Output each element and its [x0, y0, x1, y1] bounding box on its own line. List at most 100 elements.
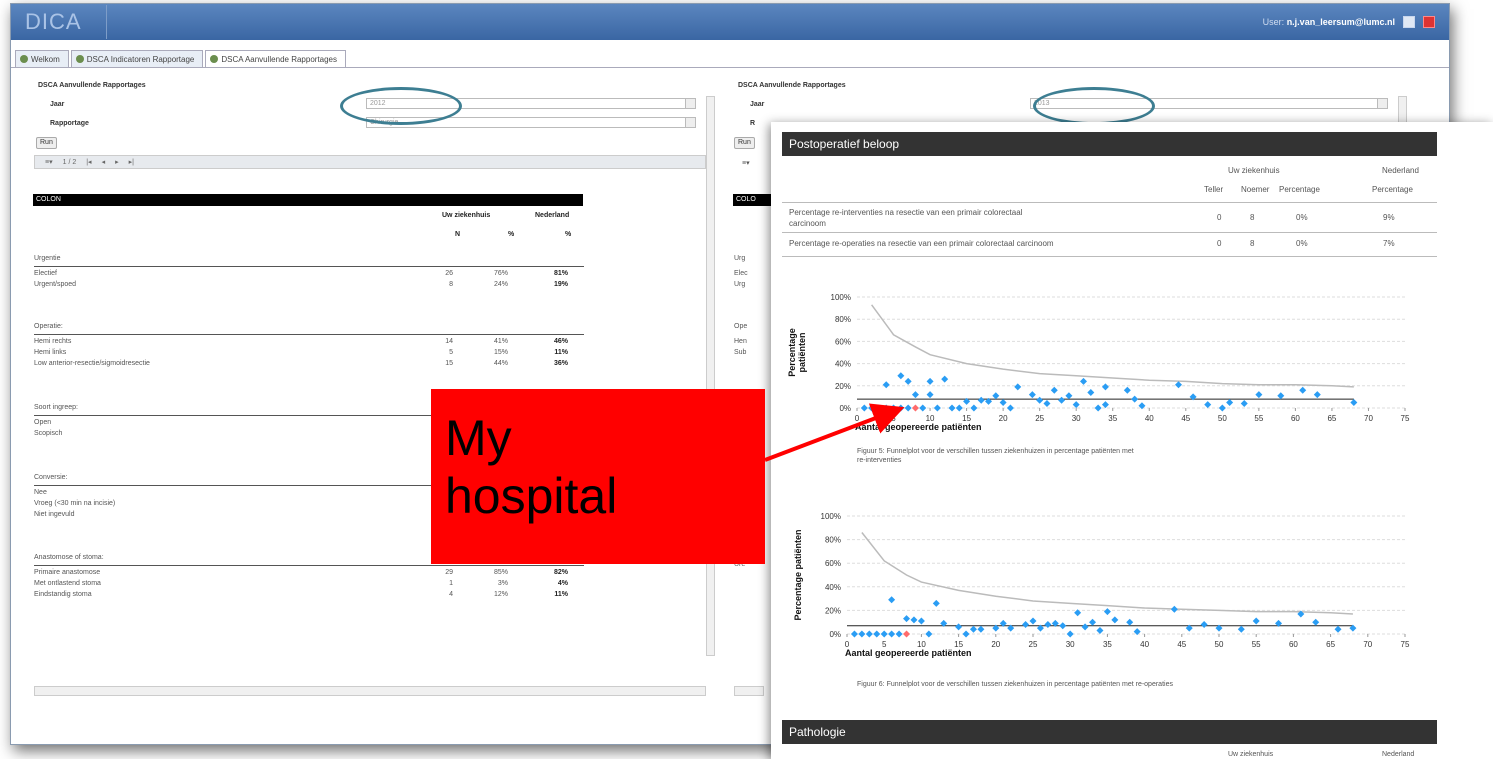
- x-tick-label: 20: [999, 414, 1008, 423]
- data-point: [919, 404, 927, 412]
- row-noemer: 8: [1250, 213, 1255, 222]
- chevron-down-icon[interactable]: [1377, 99, 1387, 108]
- y-tick-label: 20%: [835, 382, 851, 391]
- data-point: [1255, 391, 1263, 399]
- chevron-down-icon[interactable]: [685, 118, 695, 127]
- footer-nl: Nederland: [1382, 751, 1415, 758]
- grid-icon[interactable]: [1403, 16, 1415, 28]
- chevron-down-icon[interactable]: [685, 99, 695, 108]
- first-page-icon[interactable]: |◂: [86, 158, 91, 166]
- x-tick-label: 40: [1145, 414, 1154, 423]
- row-nl: 46%: [553, 338, 568, 345]
- row-label: Scopisch: [34, 430, 63, 437]
- row-pct: 0%: [1296, 239, 1308, 248]
- vertical-scrollbar[interactable]: [706, 96, 715, 656]
- data-point: [969, 625, 977, 633]
- data-point: [1101, 383, 1109, 391]
- menu-icon[interactable]: ≡▾: [45, 158, 53, 166]
- horizontal-scrollbar[interactable]: [734, 686, 764, 696]
- data-point: [977, 396, 985, 404]
- y-tick-label: 100%: [821, 512, 841, 521]
- x-tick-label: 60: [1289, 640, 1298, 649]
- data-point: [1252, 617, 1260, 625]
- tab-welkom[interactable]: Welkom: [15, 50, 69, 67]
- run-button[interactable]: Run: [734, 137, 755, 149]
- logout-icon[interactable]: [1423, 16, 1435, 28]
- col-nl: Nederland: [1382, 166, 1419, 175]
- divider: [782, 232, 1437, 233]
- side-label: Hen: [734, 338, 747, 345]
- data-point: [1089, 618, 1097, 626]
- tab-aanvullende[interactable]: DSCA Aanvullende Rapportages: [205, 50, 347, 67]
- row-nl: 4%: [557, 580, 568, 587]
- row-pct: 24%: [493, 281, 508, 288]
- row-nl: 9%: [1383, 213, 1395, 222]
- data-point: [1072, 401, 1080, 409]
- prev-page-icon[interactable]: ◂: [102, 158, 106, 166]
- figure-caption: Figuur 5: Funnelplot voor de verschillen…: [857, 448, 1134, 455]
- data-point: [1126, 618, 1134, 626]
- data-point: [895, 630, 903, 638]
- data-point: [1200, 621, 1208, 629]
- horizontal-scrollbar[interactable]: [34, 686, 706, 696]
- last-page-icon[interactable]: ▸|: [129, 158, 134, 166]
- pane-title: DSCA Aanvullende Rapportages: [738, 82, 846, 89]
- side-label: Urg: [734, 255, 746, 262]
- row-noemer: 8: [1250, 239, 1255, 248]
- user-info: User: n.j.van_leersum@lumc.nl: [1263, 17, 1395, 27]
- row-nl: 81%: [553, 270, 568, 277]
- top-bar: DICA User: n.j.van_leersum@lumc.nl: [11, 4, 1449, 40]
- data-point: [904, 404, 912, 412]
- data-point: [1087, 388, 1095, 396]
- divider: [34, 565, 584, 566]
- x-tick-label: 30: [1072, 414, 1081, 423]
- row-pct: 76%: [493, 270, 508, 277]
- divider: [782, 202, 1437, 203]
- x-axis-label: Aantal geopereerde patiënten: [855, 422, 982, 432]
- data-point: [1043, 400, 1051, 408]
- section-header: COLON: [33, 194, 583, 206]
- data-point: [1014, 383, 1022, 391]
- side-label: Elec: [734, 270, 748, 277]
- x-tick-label: 45: [1181, 414, 1190, 423]
- rapportage-label: R: [750, 120, 756, 127]
- row-pct: 3%: [497, 580, 508, 587]
- side-label: Ope: [734, 323, 748, 330]
- rapportage-label: Rapportage: [50, 120, 89, 127]
- data-point: [1028, 391, 1036, 399]
- x-tick-label: 25: [1029, 640, 1038, 649]
- report-icon: [75, 55, 84, 63]
- home-icon: [20, 55, 28, 63]
- menu-icon[interactable]: ≡▾: [742, 159, 750, 167]
- row-pct: 12%: [493, 591, 508, 598]
- data-point: [1237, 625, 1245, 633]
- data-point: [911, 404, 919, 412]
- report-icon: [210, 55, 219, 63]
- x-tick-label: 65: [1327, 414, 1336, 423]
- funnel-plot-reoperaties: 0%20%40%60%80%100%0 5 10 15 20 25 30 35 40 45 50 55…: [793, 512, 1410, 658]
- row-label: Low anterior-resectie/sigmoidresectie: [34, 360, 150, 367]
- next-page-icon[interactable]: ▸: [115, 158, 119, 166]
- figure-caption-cont: re-interventies: [857, 457, 902, 464]
- col-noemer: Noemer: [1241, 185, 1270, 194]
- user-name[interactable]: n.j.van_leersum@lumc.nl: [1287, 17, 1395, 27]
- data-point: [865, 630, 873, 638]
- y-tick-label: 0%: [829, 630, 841, 639]
- row-teller: 0: [1217, 213, 1222, 222]
- footer-hospital: Uw ziekenhuis: [1228, 751, 1274, 758]
- tab-label: Welkom: [31, 54, 60, 64]
- data-point: [962, 630, 970, 638]
- app-logo: DICA: [25, 9, 82, 34]
- data-point: [911, 391, 919, 399]
- run-button[interactable]: Run: [36, 137, 57, 149]
- data-point: [1065, 392, 1073, 400]
- tab-indicatoren[interactable]: DSCA Indicatoren Rapportage: [70, 50, 204, 67]
- data-point: [850, 630, 858, 638]
- row-n: 4: [449, 591, 453, 598]
- row-pct: 15%: [493, 349, 508, 356]
- tab-label: DSCA Indicatoren Rapportage: [86, 54, 195, 64]
- col-hospital: Uw ziekenhuis: [1228, 166, 1280, 175]
- data-point: [1218, 404, 1226, 412]
- data-point: [1313, 391, 1321, 399]
- x-tick-label: 45: [1177, 640, 1186, 649]
